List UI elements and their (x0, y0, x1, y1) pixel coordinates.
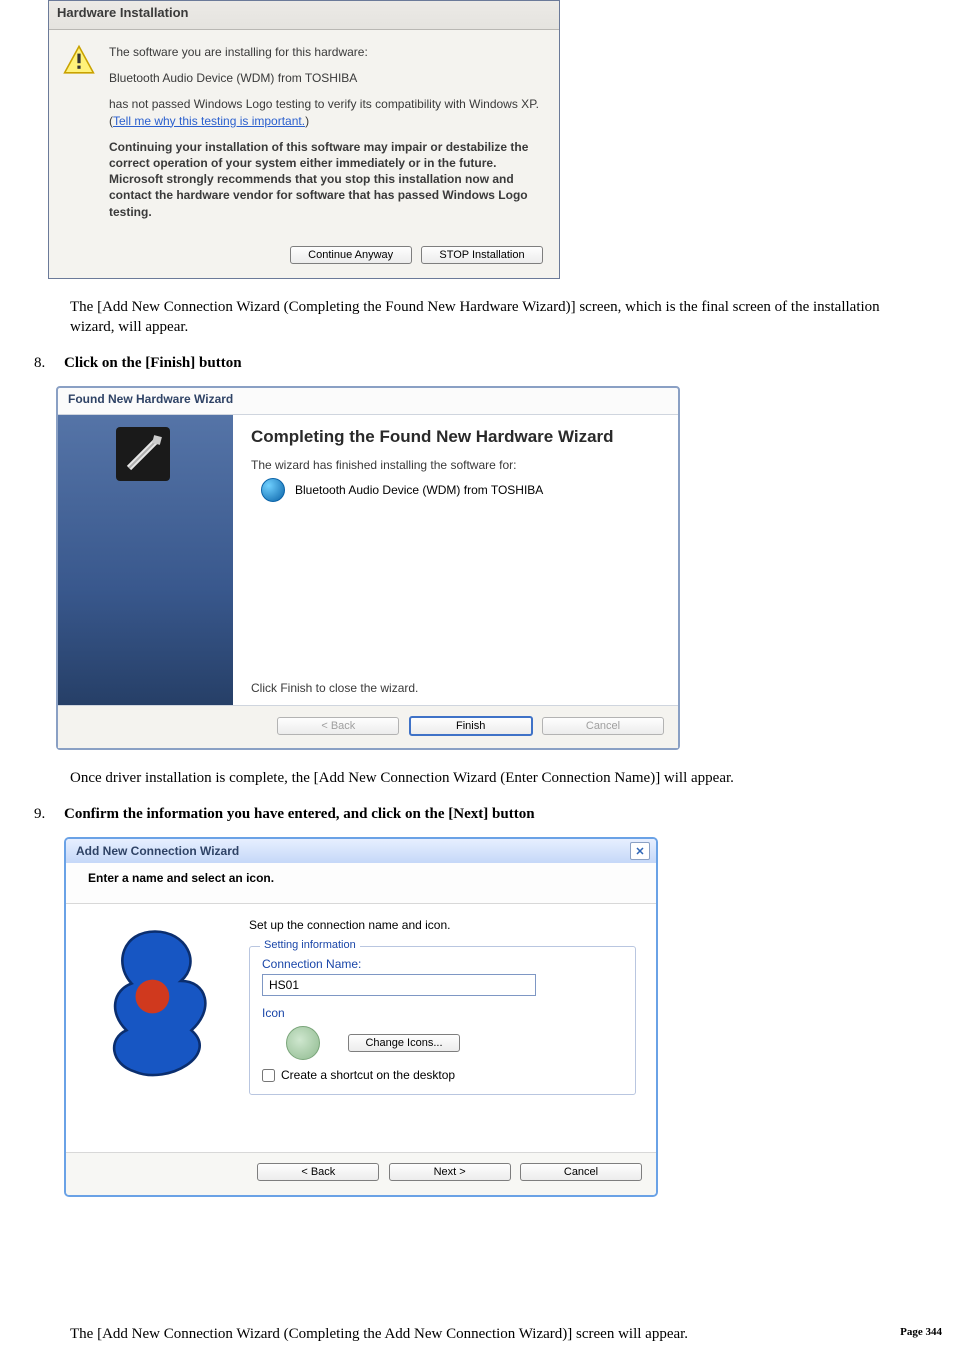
create-shortcut-checkbox[interactable] (262, 1069, 275, 1082)
fieldset-legend: Setting information (260, 939, 360, 951)
connection-icon (286, 1026, 320, 1060)
icon-label: Icon (262, 1006, 623, 1020)
step-8: 8. Click on the [Finish] button (34, 355, 954, 372)
found-new-hardware-wizard-dialog: Found New Hardware Wizard Completing the… (56, 386, 680, 750)
footer-text: The [Add New Connection Wizard (Completi… (70, 1326, 688, 1343)
warning-icon (63, 44, 95, 76)
create-shortcut-label: Create a shortcut on the desktop (281, 1068, 455, 1082)
wizard-banner (58, 415, 233, 705)
cancel-button: Cancel (542, 717, 664, 735)
dlg3-title: Add New Connection Wizard (76, 844, 239, 858)
hw-line1: The software you are installing for this… (109, 44, 545, 60)
create-shortcut-row[interactable]: Create a shortcut on the desktop (262, 1068, 623, 1082)
dlg3-graphic (84, 918, 249, 1138)
connection-name-label: Connection Name: (262, 957, 623, 971)
step-8-text: Click on the [Finish] button (64, 355, 242, 372)
close-icon[interactable]: ✕ (630, 842, 650, 860)
hardware-installation-dialog: Hardware Installation The software you a… (48, 0, 560, 279)
dialog-title: Hardware Installation (49, 1, 559, 30)
wizard-close-line: Click Finish to close the wizard. (251, 681, 660, 695)
wizard-heading: Completing the Found New Hardware Wizard (251, 427, 660, 447)
dlg2-title: Found New Hardware Wizard (58, 388, 678, 414)
setting-information-group: Setting information Connection Name: Ico… (249, 946, 636, 1095)
step-9-number: 9. (34, 806, 64, 823)
connection-name-input[interactable] (262, 974, 536, 996)
add-new-connection-wizard-dialog: Add New Connection Wizard ✕ Enter a name… (64, 837, 658, 1197)
dlg3-subheading: Enter a name and select an icon. (66, 863, 656, 904)
page-number: Page 344 (900, 1326, 942, 1343)
wizard-device-row: Bluetooth Audio Device (WDM) from TOSHIB… (261, 478, 660, 502)
logo-line-post: ) (305, 114, 309, 128)
back-button: < Back (277, 717, 399, 735)
continue-anyway-button[interactable]: Continue Anyway (290, 246, 412, 264)
back-button[interactable]: < Back (257, 1163, 379, 1181)
body-text-after-dlg1: The [Add New Connection Wizard (Completi… (70, 297, 920, 338)
wizard-banner-icon (116, 427, 170, 481)
hw-device-name: Bluetooth Audio Device (WDM) from TOSHIB… (109, 70, 545, 86)
finish-button[interactable]: Finish (409, 716, 533, 736)
logo-testing-link[interactable]: Tell me why this testing is important. (113, 114, 305, 128)
change-icons-button[interactable]: Change Icons... (348, 1034, 460, 1052)
hw-logo-line: has not passed Windows Logo testing to v… (109, 96, 545, 128)
hw-warning-paragraph: Continuing your installation of this sof… (109, 139, 545, 220)
step-9-text: Confirm the information you have entered… (64, 806, 535, 823)
wizard-device-name: Bluetooth Audio Device (WDM) from TOSHIB… (295, 483, 543, 497)
body-text-after-dlg2: Once driver installation is complete, th… (70, 768, 920, 788)
dlg3-setup-line: Set up the connection name and icon. (249, 918, 636, 932)
step-9: 9. Confirm the information you have ente… (34, 806, 954, 823)
device-icon (261, 478, 285, 502)
next-button[interactable]: Next > (389, 1163, 511, 1181)
wizard-subline: The wizard has finished installing the s… (251, 458, 660, 472)
step-8-number: 8. (34, 355, 64, 372)
stop-installation-button[interactable]: STOP Installation (421, 246, 543, 264)
cancel-button[interactable]: Cancel (520, 1163, 642, 1181)
